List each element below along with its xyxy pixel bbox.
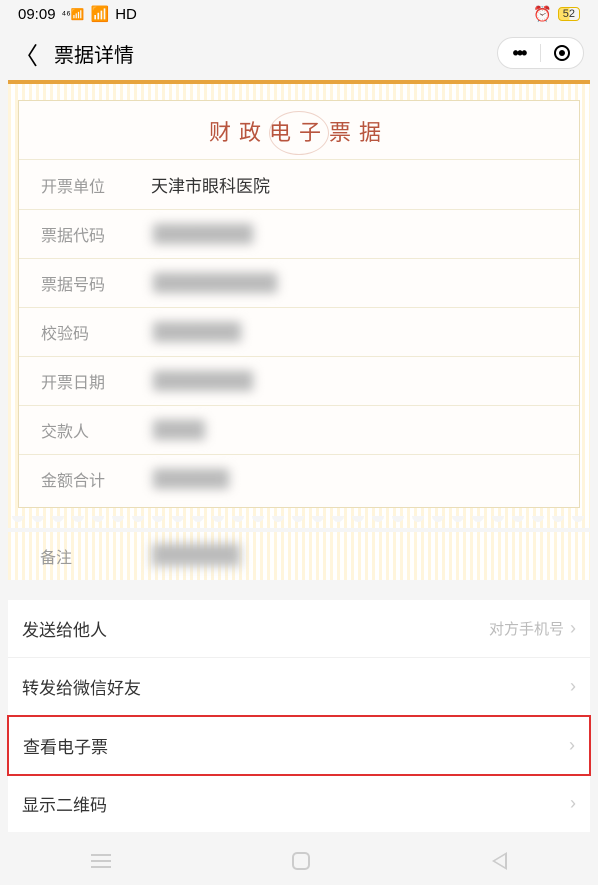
home-icon[interactable]: [292, 852, 310, 870]
status-bar: 09:09 ⁴⁶📶 📶 HD ⏰ 52: [0, 0, 598, 28]
nav-bar: 〈 票据详情 •••: [0, 28, 598, 78]
back-nav-icon[interactable]: [492, 852, 507, 870]
row-payer: 交款人 ████: [19, 405, 579, 454]
issuer-label: 开票单位: [41, 173, 151, 197]
show-qr-label: 显示二维码: [22, 791, 107, 816]
send-to-other-row[interactable]: 发送给他人 对方手机号 ›: [8, 600, 590, 658]
capsule-menu-button[interactable]: •••: [498, 37, 540, 69]
stamp-icon: [269, 111, 329, 155]
remark-value: ███████: [150, 544, 242, 568]
scallop-divider: [8, 516, 590, 528]
date-label: 开票日期: [41, 369, 151, 393]
remark-label: 备注: [40, 544, 150, 568]
number-label: 票据号码: [41, 271, 151, 295]
check-value: ███████: [151, 322, 243, 342]
row-check: 校验码 ███████: [19, 307, 579, 356]
forward-wechat-row[interactable]: 转发给微信好友 ›: [8, 658, 590, 716]
issuer-value: 天津市眼科医院: [151, 172, 270, 197]
send-to-other-label: 发送给他人: [22, 616, 107, 641]
target-icon: [554, 45, 570, 61]
miniprogram-capsule: •••: [497, 37, 584, 69]
payer-value: ████: [151, 420, 207, 440]
remark-block: 备注 ███████: [8, 532, 590, 580]
row-issuer: 开票单位 天津市眼科医院: [19, 159, 579, 209]
total-value: ██████: [151, 469, 231, 489]
signal-icon: ⁴⁶📶: [62, 8, 85, 21]
chevron-right-icon: ›: [569, 735, 575, 756]
check-label: 校验码: [41, 320, 151, 344]
action-list: 发送给他人 对方手机号 › 转发给微信好友 › 查看电子票 › 显示二维码 ›: [8, 600, 590, 832]
chevron-right-icon: ›: [570, 618, 576, 639]
page-title: 票据详情: [54, 39, 134, 68]
row-number: 票据号码 ██████████: [19, 258, 579, 307]
payer-label: 交款人: [41, 418, 151, 442]
ticket-title: 财政电子票据: [19, 115, 579, 159]
code-label: 票据代码: [41, 222, 151, 246]
battery-indicator: 52: [558, 7, 580, 21]
number-value: ██████████: [151, 273, 279, 293]
view-eticket-row[interactable]: 查看电子票 ›: [7, 715, 591, 776]
chevron-right-icon: ›: [570, 793, 576, 814]
wifi-icon: 📶: [91, 5, 110, 23]
system-nav-bar: [0, 837, 598, 885]
back-icon[interactable]: 〈: [14, 36, 38, 71]
capsule-close-button[interactable]: [541, 37, 583, 69]
ticket-card: 财政电子票据 开票单位 天津市眼科医院 票据代码 ████████ 票据号码 █…: [8, 84, 590, 516]
status-time: 09:09: [18, 6, 56, 23]
alarm-icon: ⏰: [533, 5, 552, 23]
row-code: 票据代码 ████████: [19, 209, 579, 258]
row-total: 金额合计 ██████: [19, 454, 579, 503]
total-label: 金额合计: [41, 467, 151, 491]
row-date: 开票日期 ████████: [19, 356, 579, 405]
forward-wechat-label: 转发给微信好友: [22, 674, 141, 699]
chevron-right-icon: ›: [570, 676, 576, 697]
view-eticket-label: 查看电子票: [23, 733, 108, 758]
date-value: ████████: [151, 371, 255, 391]
more-icon: •••: [513, 43, 526, 64]
send-to-other-hint: 对方手机号: [489, 618, 564, 639]
recent-apps-icon[interactable]: [91, 854, 111, 868]
code-value: ████████: [151, 224, 255, 244]
show-qr-row[interactable]: 显示二维码 ›: [8, 775, 590, 832]
hd-indicator: HD: [115, 6, 137, 23]
